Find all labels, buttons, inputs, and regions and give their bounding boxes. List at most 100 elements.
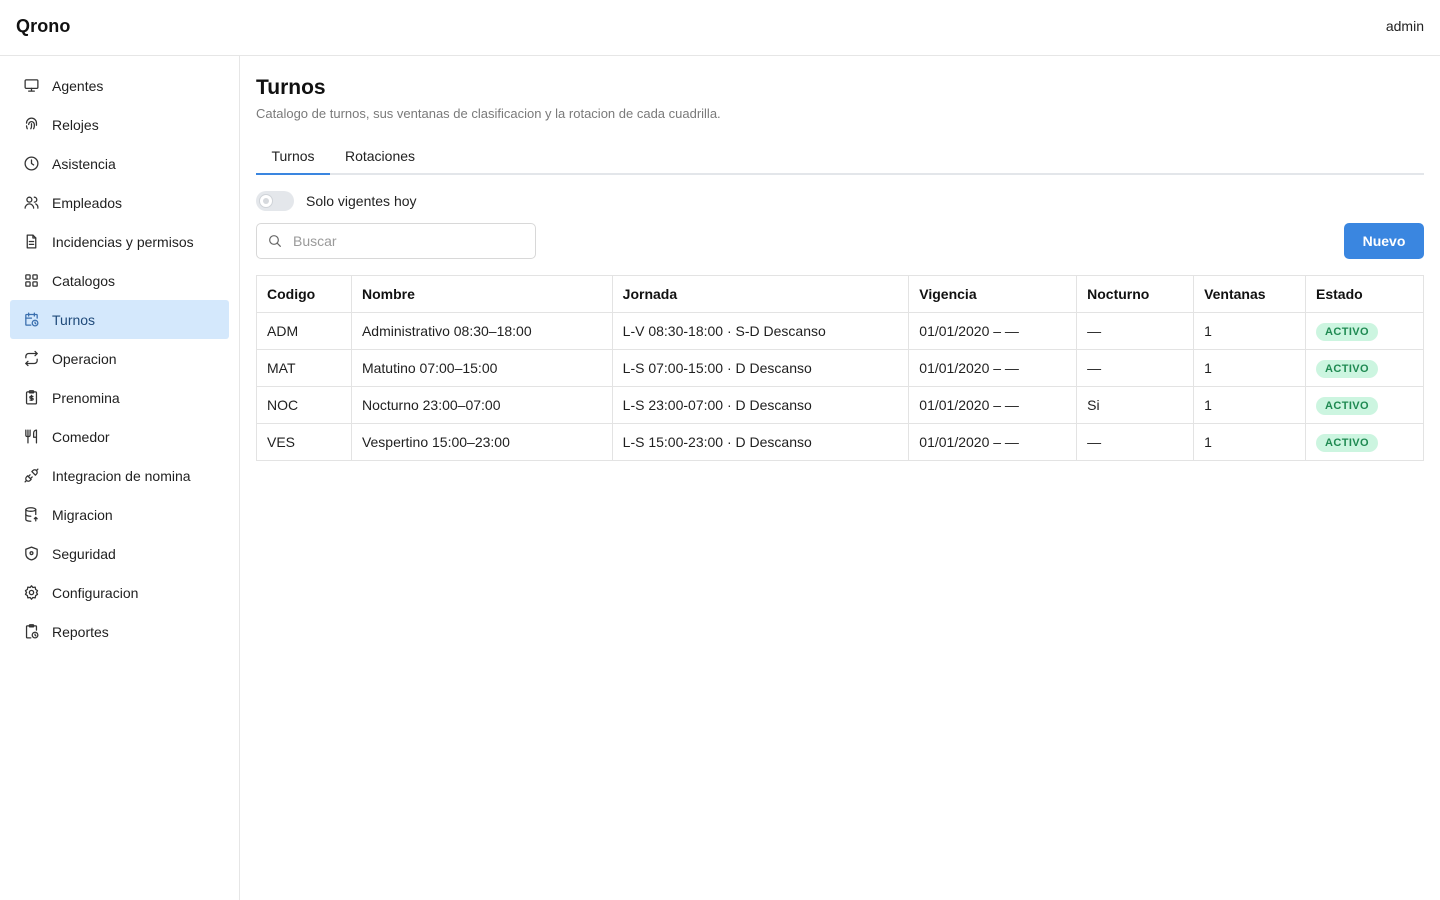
sidebar-item-catalogos[interactable]: Catalogos <box>10 261 229 300</box>
column-header-nombre[interactable]: Nombre <box>350 275 613 313</box>
sidebar-item-relojes[interactable]: Relojes <box>10 105 229 144</box>
top-header: Qrono admin <box>0 0 1440 56</box>
column-header-jornada[interactable]: Jornada <box>611 275 910 313</box>
sidebar-item-label: Prenomina <box>52 389 120 406</box>
sidebar-item-label: Incidencias y permisos <box>52 233 194 250</box>
sidebar-item-label: Relojes <box>52 116 99 133</box>
sidebar-item-migracion[interactable]: Migracion <box>10 495 229 534</box>
search-box <box>256 223 536 259</box>
sidebar-item-label: Asistencia <box>52 155 116 172</box>
sidebar-item-label: Comedor <box>52 428 110 445</box>
cell-estado: ACTIVO <box>1305 312 1424 350</box>
new-button[interactable]: Nuevo <box>1344 223 1424 259</box>
shield-icon <box>23 545 40 562</box>
cell-ventanas: 1 <box>1193 423 1307 461</box>
grid-icon <box>23 272 40 289</box>
page-subtitle: Catalogo de turnos, sus ventanas de clas… <box>256 106 721 121</box>
sidebar-item-integracion-nomina[interactable]: Integracion de nomina <box>10 456 229 495</box>
page-title: Turnos <box>256 76 326 99</box>
cell-ventanas: 1 <box>1193 386 1307 424</box>
cell-jornada: L-S 07:00-15:00 · D Descanso <box>611 349 910 387</box>
vigentes-filter: Solo vigentes hoy <box>256 191 417 211</box>
repeat-icon <box>23 350 40 367</box>
table-row[interactable]: NOC Nocturno 23:00–07:00 L-S 23:00-07:00… <box>256 386 1424 424</box>
gear-icon <box>23 584 40 601</box>
vigentes-toggle[interactable] <box>256 191 294 211</box>
sidebar-item-label: Integracion de nomina <box>52 467 191 484</box>
status-badge: ACTIVO <box>1316 322 1378 341</box>
table-row[interactable]: VES Vespertino 15:00–23:00 L-S 15:00-23:… <box>256 423 1424 461</box>
sidebar-item-seguridad[interactable]: Seguridad <box>10 534 229 573</box>
column-header-estado[interactable]: Estado <box>1305 275 1424 313</box>
database-icon <box>23 506 40 523</box>
cell-codigo: NOC <box>256 386 352 424</box>
sidebar-item-label: Agentes <box>52 77 104 94</box>
tab-turnos[interactable]: Turnos <box>256 140 330 175</box>
cell-nocturno: — <box>1076 349 1195 387</box>
sidebar-item-operacion[interactable]: Operacion <box>10 339 229 378</box>
sidebar-item-label: Turnos <box>52 311 96 328</box>
cell-ventanas: 1 <box>1193 349 1307 387</box>
table-header-row: Codigo Nombre Jornada Vigencia Nocturno … <box>256 275 1424 313</box>
sidebar-item-reportes[interactable]: Reportes <box>10 612 229 651</box>
users-icon <box>23 194 40 211</box>
sidebar-item-empleados[interactable]: Empleados <box>10 183 229 222</box>
sidebar-item-label: Seguridad <box>52 545 116 562</box>
user-menu[interactable]: admin <box>1386 18 1424 34</box>
utensils-icon <box>23 428 40 445</box>
sidebar-item-label: Reportes <box>52 623 109 640</box>
status-badge: ACTIVO <box>1316 433 1378 452</box>
cell-codigo: VES <box>256 423 352 461</box>
search-input[interactable] <box>293 233 523 249</box>
sidebar-item-label: Empleados <box>52 194 123 211</box>
sidebar: Agentes Relojes Asistencia Empleados Inc… <box>0 56 240 900</box>
cell-jornada: L-S 15:00-23:00 · D Descanso <box>611 423 910 461</box>
sidebar-item-label: Operacion <box>52 350 117 367</box>
plug-icon <box>23 467 40 484</box>
sidebar-item-turnos[interactable]: Turnos <box>10 300 229 339</box>
calendar-clock-icon <box>23 311 40 328</box>
sidebar-item-prenomina[interactable]: Prenomina <box>10 378 229 417</box>
cell-vigencia: 01/01/2020 – — <box>908 312 1078 350</box>
fingerprint-icon <box>23 116 40 133</box>
vigentes-toggle-label: Solo vigentes hoy <box>306 193 417 209</box>
cell-nombre: Vespertino 15:00–23:00 <box>350 423 613 461</box>
sidebar-item-incidencias[interactable]: Incidencias y permisos <box>10 222 229 261</box>
toggle-knob <box>259 194 273 208</box>
sidebar-item-agentes[interactable]: Agentes <box>10 66 229 105</box>
sidebar-item-label: Configuracion <box>52 584 139 601</box>
column-header-nocturno[interactable]: Nocturno <box>1076 275 1195 313</box>
tab-rotaciones[interactable]: Rotaciones <box>330 140 430 175</box>
column-header-ventanas[interactable]: Ventanas <box>1193 275 1307 313</box>
cell-nocturno: Si <box>1076 386 1195 424</box>
cell-codigo: ADM <box>256 312 352 350</box>
cell-estado: ACTIVO <box>1305 423 1424 461</box>
table-row[interactable]: MAT Matutino 07:00–15:00 L-S 07:00-15:00… <box>256 349 1424 387</box>
column-header-vigencia[interactable]: Vigencia <box>908 275 1078 313</box>
sidebar-item-asistencia[interactable]: Asistencia <box>10 144 229 183</box>
cell-estado: ACTIVO <box>1305 349 1424 387</box>
clock-icon <box>23 155 40 172</box>
sidebar-item-label: Migracion <box>52 506 113 523</box>
cell-nocturno: — <box>1076 312 1195 350</box>
monitor-icon <box>23 77 40 94</box>
cell-vigencia: 01/01/2020 – — <box>908 423 1078 461</box>
table-row[interactable]: ADM Administrativo 08:30–18:00 L-V 08:30… <box>256 312 1424 350</box>
turnos-table: Codigo Nombre Jornada Vigencia Nocturno … <box>256 275 1424 461</box>
status-badge: ACTIVO <box>1316 359 1378 378</box>
sidebar-item-label: Catalogos <box>52 272 116 289</box>
tab-bar: Turnos Rotaciones <box>256 140 1424 175</box>
cell-ventanas: 1 <box>1193 312 1307 350</box>
cell-codigo: MAT <box>256 349 352 387</box>
sidebar-item-comedor[interactable]: Comedor <box>10 417 229 456</box>
search-icon <box>267 233 283 249</box>
cell-jornada: L-V 08:30-18:00 · S-D Descanso <box>611 312 910 350</box>
cell-vigencia: 01/01/2020 – — <box>908 349 1078 387</box>
cell-nombre: Nocturno 23:00–07:00 <box>350 386 613 424</box>
cell-nombre: Matutino 07:00–15:00 <box>350 349 613 387</box>
sidebar-item-configuracion[interactable]: Configuracion <box>10 573 229 612</box>
clipboard-clock-icon <box>23 623 40 640</box>
column-header-codigo[interactable]: Codigo <box>256 275 352 313</box>
document-icon <box>23 233 40 250</box>
brand-logo[interactable]: Qrono <box>16 16 71 37</box>
